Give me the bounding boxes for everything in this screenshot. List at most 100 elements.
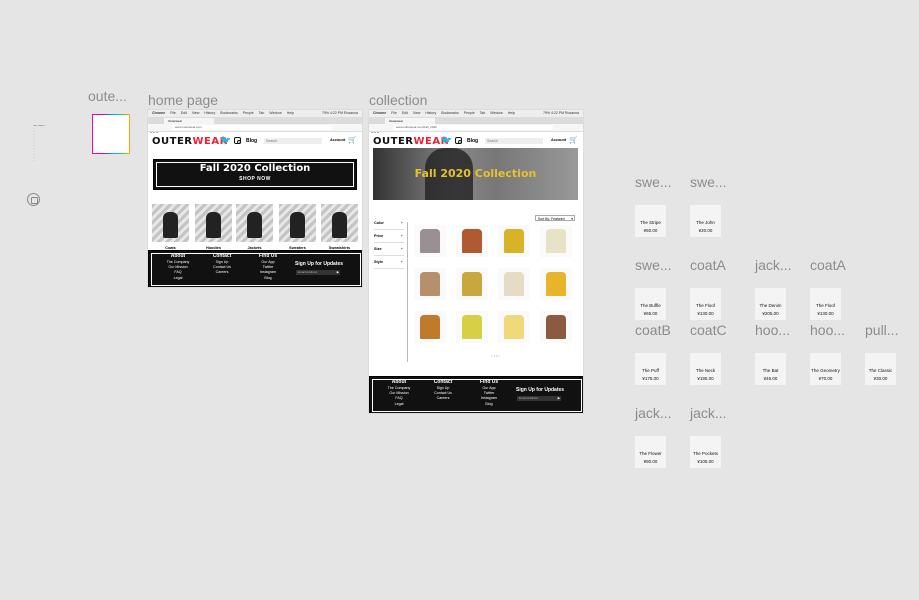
menu-item[interactable]: Window [490,111,502,115]
menu-item[interactable]: Bookmarks [220,111,238,115]
shop-now-button[interactable]: SHOP NOW [154,176,356,182]
frame-label-home-page[interactable]: home page [148,92,218,108]
search-input[interactable]: Search [264,138,322,144]
filter-price[interactable]: Price [374,230,404,243]
component-label[interactable]: swe... [635,174,672,190]
category-image-sweaters[interactable] [279,204,316,242]
account-link[interactable]: Account [551,138,566,142]
footer-link[interactable]: Legal [384,402,414,407]
product-thumbnail[interactable] [414,311,446,343]
menu-item[interactable]: Tab [259,111,265,115]
frame-label-collection[interactable]: collection [369,92,427,108]
product-card[interactable]: The Bat ¥45.00 [755,353,786,385]
sort-dropdown[interactable]: Sort By: Featured [535,215,575,222]
footer-link[interactable]: Legal [163,276,193,281]
category-image-sweatshirts[interactable] [321,204,358,242]
menu-item[interactable]: File [391,111,397,115]
product-card[interactable]: The Classic ¥30.00 [865,353,896,385]
address-field[interactable]: www.outerwear.com/Fall_2020 [393,125,553,130]
hero-banner[interactable]: Fall 2020 Collection [373,148,578,200]
product-card[interactable]: The Flower ¥90.00 [635,436,666,468]
component-label[interactable]: coatA [810,257,846,273]
product-card[interactable]: The John ¥20.00 [690,205,721,237]
component-label[interactable]: coatC [690,322,727,338]
component-label[interactable]: hoo... [810,322,845,338]
menu-item[interactable]: History [425,111,436,115]
product-card[interactable]: The Denim ¥205.00 [755,288,786,320]
nav-blog[interactable]: Blog [467,138,478,144]
category-image-coats[interactable] [152,204,189,242]
filter-color[interactable]: Color [374,217,404,230]
menu-item[interactable]: Bookmarks [441,111,459,115]
footer-link[interactable]: Careers [428,396,458,401]
component-label[interactable]: swe... [635,257,672,273]
menu-item[interactable]: History [204,111,215,115]
product-thumbnail[interactable] [414,225,446,257]
twitter-icon[interactable]: 🐦 [220,135,231,146]
product-card[interactable]: The Geometry ¥70.00 [810,353,841,385]
product-card[interactable]: The Buffle ¥65.00 [635,288,666,320]
menu-item[interactable]: View [413,111,421,115]
footer-link[interactable]: Blog [253,276,283,281]
product-thumbnail[interactable] [414,268,446,300]
logo-badge-icon[interactable] [27,193,40,206]
address-field[interactable]: www.outerwear.com [172,125,332,130]
menu-item[interactable]: File [170,111,176,115]
brand-logo[interactable]: OUTERWEAR [373,136,449,147]
component-label[interactable]: pull... [865,322,898,338]
component-label[interactable]: coatB [635,322,671,338]
cart-icon[interactable]: 🛒 [569,136,578,144]
product-thumbnail[interactable] [456,311,488,343]
outer-frame-thumbnail[interactable] [92,114,130,154]
component-label[interactable]: jack... [635,405,672,421]
pagination[interactable]: < 1 2 > [491,354,500,358]
brand-logo[interactable]: OUTERWEAR [152,136,228,147]
category-image-hoodies[interactable] [195,204,232,242]
menu-item[interactable]: Help [508,111,515,115]
footer-link[interactable]: Blog [474,402,504,407]
menu-item[interactable]: Help [287,111,294,115]
product-thumbnail[interactable] [456,225,488,257]
promo-banner[interactable]: Fall 2020 Collection SHOP NOW [153,159,357,190]
menu-item[interactable]: Edit [181,111,187,115]
twitter-icon[interactable]: 🐦 [441,135,452,146]
product-card[interactable]: The Floof ¥130.00 [690,288,721,320]
product-card[interactable]: The Stripe ¥50.00 [635,205,666,237]
product-card[interactable]: The Pockets ¥105.00 [690,436,721,468]
cart-icon[interactable]: 🛒 [348,136,357,144]
component-label[interactable]: hoo... [755,322,790,338]
component-label[interactable]: jack... [690,405,727,421]
account-link[interactable]: Account [330,138,345,142]
component-label[interactable]: swe... [690,174,727,190]
email-input[interactable]: Email Address [296,270,340,275]
product-card[interactable]: The Floof ¥130.00 [810,288,841,320]
product-thumbnail[interactable] [540,311,572,343]
collection-frame[interactable]: Chrome File Edit View History Bookmarks … [369,110,583,413]
product-thumbnail[interactable] [498,268,530,300]
component-label[interactable]: coatA [690,257,726,273]
product-thumbnail[interactable] [498,225,530,257]
product-card[interactable]: The Neck ¥195.00 [690,353,721,385]
search-input[interactable]: Search [485,138,543,144]
home-page-frame[interactable]: Chrome File Edit View History Bookmarks … [148,110,362,287]
email-input[interactable]: Email Address [517,396,561,401]
product-card[interactable]: The Puff ¥175.00 [635,353,666,385]
component-label[interactable]: jack... [755,257,792,273]
product-thumbnail[interactable] [540,225,572,257]
product-thumbnail[interactable] [456,268,488,300]
menu-item[interactable]: View [192,111,200,115]
product-thumbnail[interactable] [540,268,572,300]
category-image-jackets[interactable] [236,204,273,242]
menu-item[interactable]: People [243,111,254,115]
menu-item[interactable]: Edit [402,111,408,115]
nav-blog[interactable]: Blog [246,138,257,144]
filter-size[interactable]: Size [374,243,404,256]
menu-item[interactable]: Window [269,111,281,115]
notes-text-block[interactable]: Hey Outer!... ... ... ... ... ... ... ..… [33,125,77,163]
filter-style[interactable]: Style [374,256,404,269]
frame-label-outer[interactable]: oute... [88,88,127,104]
menu-item[interactable]: Tab [480,111,486,115]
product-thumbnail[interactable] [498,311,530,343]
instagram-icon[interactable] [234,137,241,144]
instagram-icon[interactable] [455,137,462,144]
